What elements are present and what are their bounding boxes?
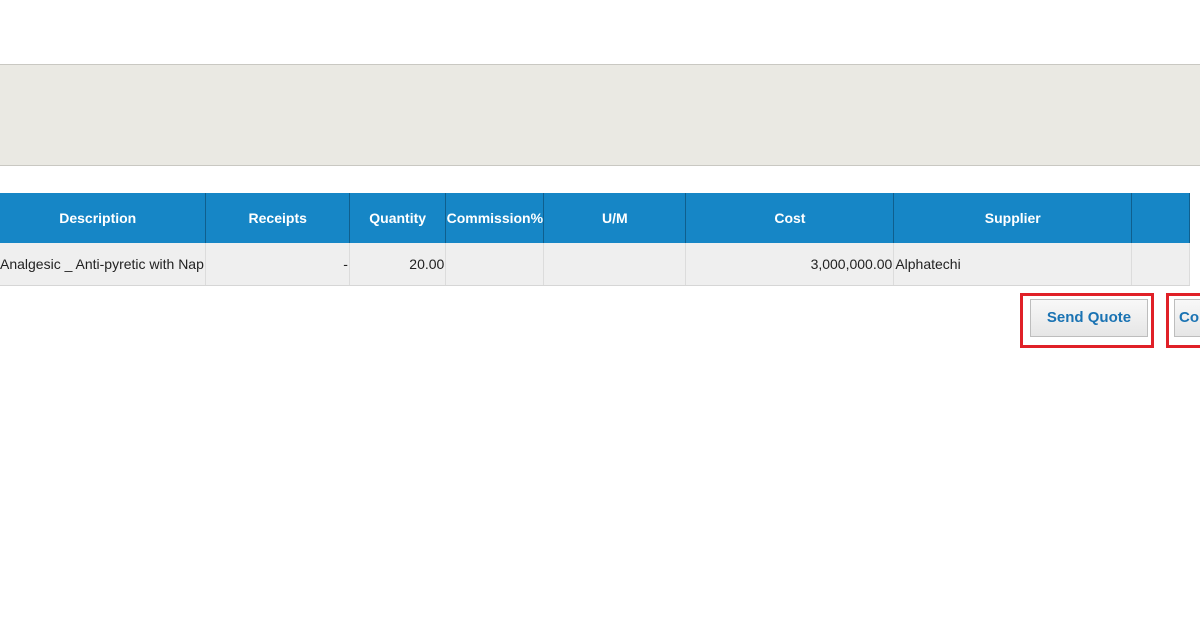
column-header-receipts[interactable]: Receipts bbox=[205, 193, 350, 243]
cell-receipts[interactable]: - bbox=[205, 243, 350, 286]
table-row[interactable]: Analgesic _ Anti-pyretic with Nap - 20.0… bbox=[0, 243, 1190, 286]
column-header-supplier[interactable]: Supplier bbox=[893, 193, 1133, 243]
page: Description Receipts Quantity Commission… bbox=[0, 0, 1200, 630]
toolbar-panel bbox=[0, 64, 1200, 166]
items-table: Description Receipts Quantity Commission… bbox=[0, 193, 1190, 286]
column-header-um[interactable]: U/M bbox=[543, 193, 687, 243]
column-header-cost[interactable]: Cost bbox=[685, 193, 895, 243]
cell-supplier[interactable]: Alphatechi bbox=[893, 243, 1133, 286]
second-action-button[interactable]: Co bbox=[1174, 299, 1200, 337]
column-header-commission[interactable]: Commission% bbox=[445, 193, 545, 243]
column-header-description[interactable]: Description bbox=[0, 193, 207, 243]
cell-quantity[interactable]: 20.00 bbox=[349, 243, 447, 286]
cell-description[interactable]: Analgesic _ Anti-pyretic with Nap bbox=[0, 243, 207, 286]
cell-um[interactable] bbox=[543, 243, 687, 286]
send-quote-button[interactable]: Send Quote bbox=[1030, 299, 1148, 337]
cell-cost[interactable]: 3,000,000.00 bbox=[685, 243, 895, 286]
table-header-row: Description Receipts Quantity Commission… bbox=[0, 193, 1190, 243]
cell-commission[interactable] bbox=[445, 243, 545, 286]
column-header-quantity[interactable]: Quantity bbox=[349, 193, 447, 243]
column-header-extra[interactable] bbox=[1131, 193, 1190, 243]
cell-extra[interactable] bbox=[1131, 243, 1190, 286]
